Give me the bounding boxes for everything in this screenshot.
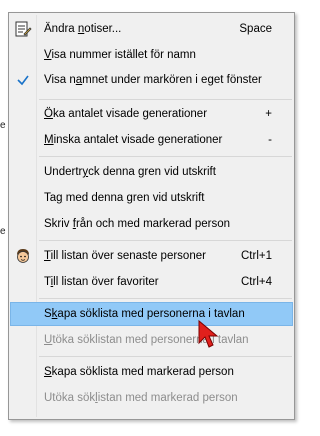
context-menu: Ändra notiser... Space Visa nummer istäl… <box>8 12 295 420</box>
menu-item-show-numbers[interactable]: Visa nummer istället för namn <box>11 43 292 67</box>
background-text-fragment: e <box>0 226 6 237</box>
menu-separator <box>39 99 292 100</box>
shortcut-text: Ctrl+1 <box>241 250 272 262</box>
edit-notes-icon <box>14 20 32 38</box>
menu-item-favorites-list[interactable]: Till listan över favoriter Ctrl+4 <box>11 270 292 294</box>
menu-item-recent-persons-list[interactable]: Till listan över senaste personer Ctrl+1 <box>11 244 292 268</box>
mouse-pointer-icon <box>197 319 221 351</box>
menu-item-include-branch-print[interactable]: Tag med denna gren vid utskrift <box>11 186 292 210</box>
menu-item-create-search-list-board[interactable]: Skapa söklista med personerna i tavlan <box>10 302 293 326</box>
menu-separator <box>39 298 292 299</box>
menu-item-extend-search-list-board[interactable]: Utöka söklistan med personerna i tavlan <box>11 328 292 352</box>
shortcut-text: - <box>268 134 272 146</box>
shortcut-text: + <box>265 108 272 120</box>
menu-item-create-search-list-selected[interactable]: Skapa söklista med markerad person <box>11 360 292 384</box>
menu-item-show-name-under-cursor[interactable]: Visa namnet under markören i eget fönste… <box>11 68 292 92</box>
background-window-edge: e e <box>0 0 8 436</box>
checkmark-icon <box>14 71 32 89</box>
menu-item-decrease-generations[interactable]: Minska antalet visade generationer - <box>11 128 292 152</box>
menu-item-extend-search-list-selected[interactable]: Utöka söklistan med markerad person <box>11 386 292 410</box>
shortcut-text: Ctrl+4 <box>241 276 272 288</box>
menu-item-increase-generations[interactable]: Öka antalet visade generationer + <box>11 102 292 126</box>
menu-item-edit-notes[interactable]: Ändra notiser... Space <box>11 17 292 41</box>
menu-separator <box>39 240 292 241</box>
menu-separator <box>39 156 292 157</box>
menu-item-print-from-selected[interactable]: Skriv från och med markerad person <box>11 212 292 236</box>
shortcut-text: Space <box>239 23 272 35</box>
person-face-icon <box>14 247 32 265</box>
menu-item-suppress-branch-print[interactable]: Undertryck denna gren vid utskrift <box>11 160 292 184</box>
background-text-fragment: e <box>0 120 6 131</box>
menu-separator <box>39 356 292 357</box>
